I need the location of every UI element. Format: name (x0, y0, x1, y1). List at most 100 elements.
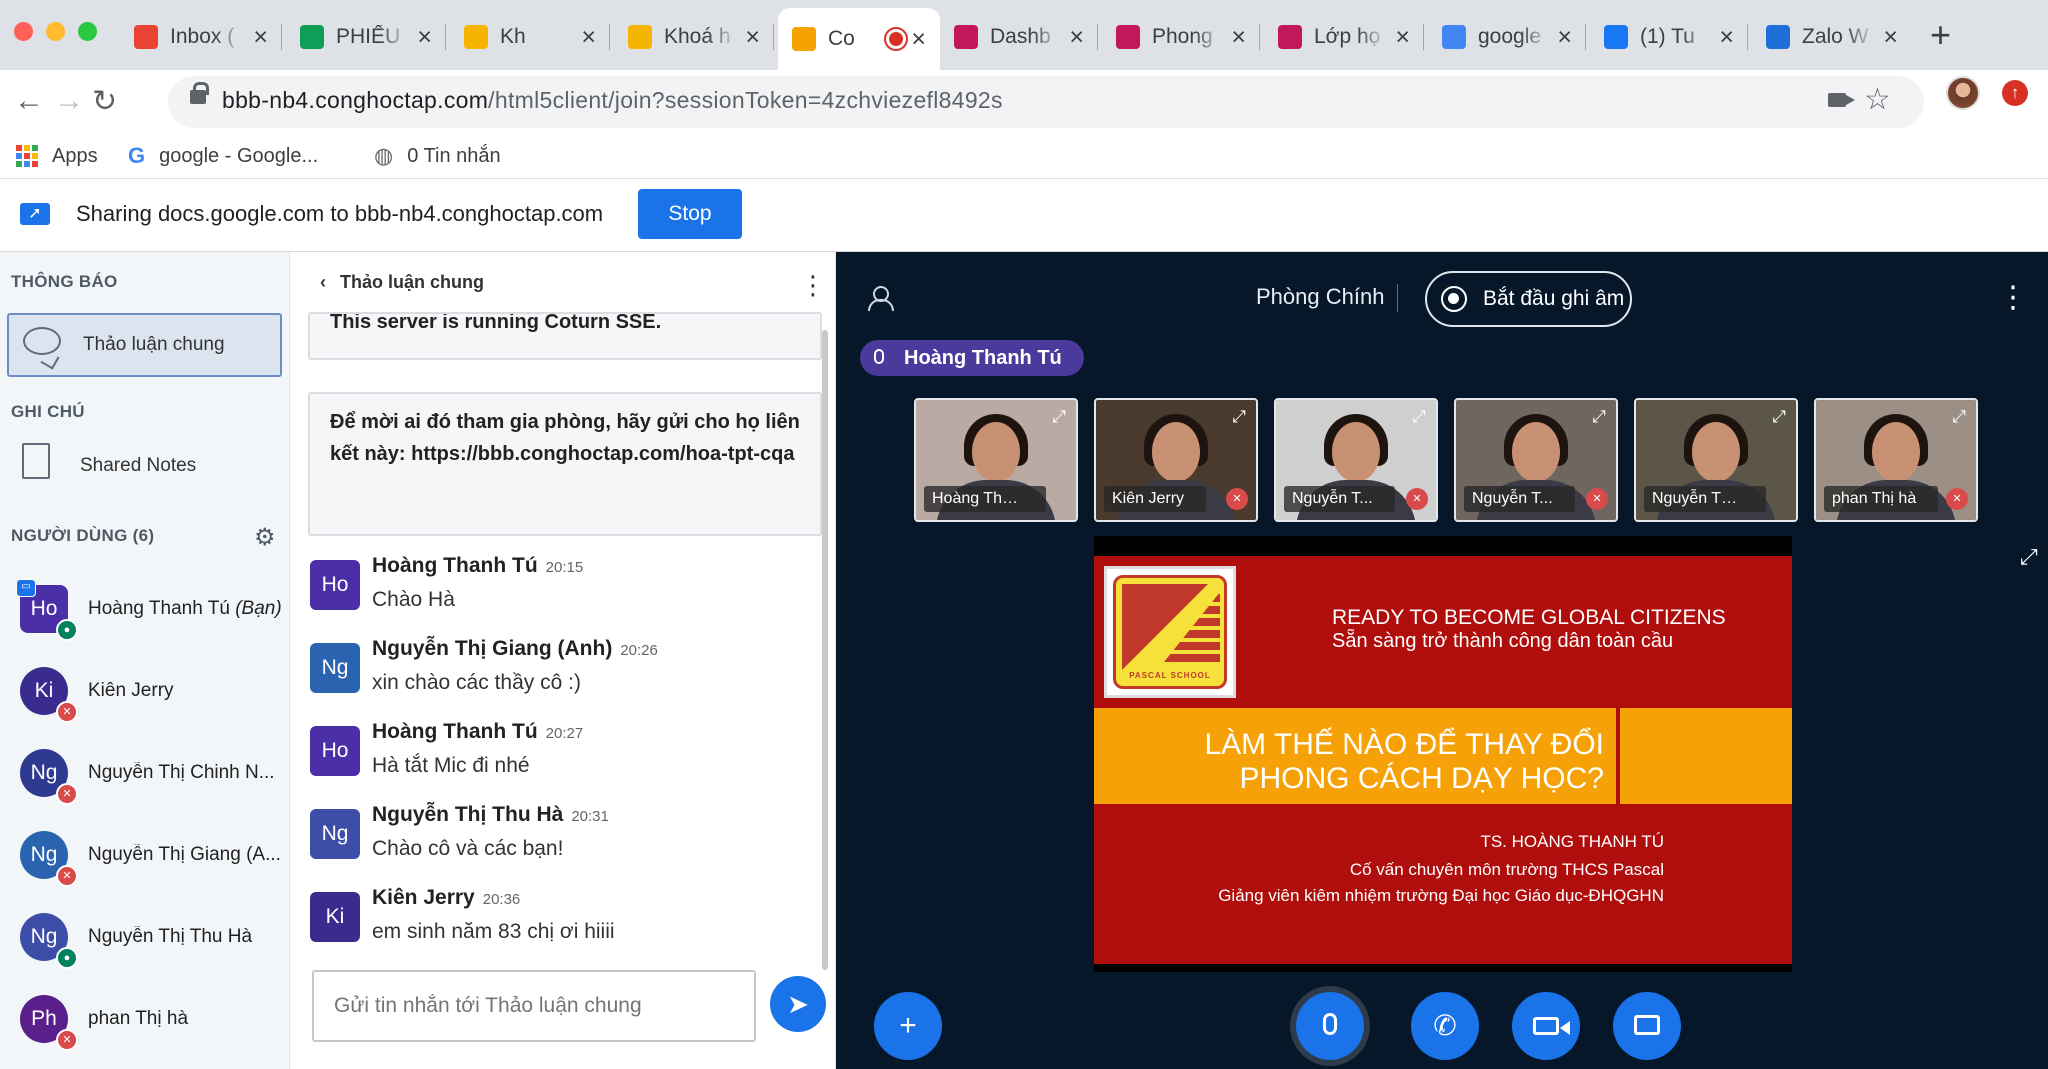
close-tab-icon[interactable]: × (581, 23, 596, 52)
browser-tab-11[interactable]: Zalo W × (1752, 8, 1912, 66)
url-text[interactable]: bbb-nb4.conghoctap.com/html5client/join?… (222, 87, 1003, 114)
chat-header[interactable]: ‹ Thảo luận chung (320, 272, 484, 293)
slide-tagline-en: READY TO BECOME GLOBAL CITIZENS (1332, 606, 1726, 629)
stop-sharing-button[interactable]: Stop (638, 189, 742, 239)
talking-indicator[interactable]: Hoàng Thanh Tú (860, 340, 1084, 376)
close-tab-icon[interactable]: × (1557, 23, 1572, 52)
user-list-item[interactable]: Ng ✕ Nguyễn Thị Chinh N... (0, 738, 290, 812)
browser-tab-3[interactable]: Kh × (450, 8, 610, 66)
webcam-tile[interactable]: ⤢ Hoàng Than... (914, 398, 1078, 522)
forward-icon[interactable]: → (54, 84, 84, 118)
address-bar[interactable]: bbb-nb4.conghoctap.com/html5client/join?… (168, 76, 1924, 128)
close-tab-icon[interactable]: × (1231, 23, 1246, 52)
record-button[interactable]: Bắt đầu ghi âm (1425, 271, 1632, 327)
microphone-icon (1323, 1013, 1337, 1035)
notes-icon (16, 443, 50, 491)
profile-avatar[interactable] (1946, 76, 1980, 110)
close-tab-icon[interactable]: × (253, 23, 268, 52)
webcam-user-label[interactable]: Nguyễn Thị ... (1644, 486, 1766, 512)
browser-tab-10[interactable]: (1) Tu × (1590, 8, 1748, 66)
talking-name: Hoàng Thanh Tú (904, 347, 1062, 369)
webcam-user-label[interactable]: Nguyễn T... (1464, 486, 1575, 512)
message-time: 20:15 (545, 559, 584, 576)
maximize-window-button[interactable] (78, 22, 97, 41)
browser-tab-2[interactable]: PHIẾU × (286, 8, 446, 66)
close-window-button[interactable] (14, 22, 33, 41)
share-webcam-button[interactable] (1512, 992, 1580, 1060)
back-icon[interactable]: ← (14, 84, 44, 118)
mic-muted-icon: ✕ (1406, 488, 1428, 510)
user-list-item[interactable]: Ki ✕ Kiên Jerry (0, 656, 290, 730)
expand-icon[interactable]: ⤢ (1228, 406, 1250, 428)
close-tab-icon[interactable]: × (417, 23, 432, 52)
close-tab-icon[interactable]: × (1069, 23, 1084, 52)
message-text: Hà tắt Mic đi nhé (372, 754, 530, 777)
dashboard-icon (954, 25, 978, 49)
browser-tab-6[interactable]: Dashb × (940, 8, 1098, 66)
options-menu-icon[interactable]: ⋮ (1998, 280, 2028, 315)
expand-icon[interactable]: ⤢ (1948, 406, 1970, 428)
browser-tab-8[interactable]: Lớp họ × (1264, 8, 1424, 66)
webcam-tile[interactable]: ⤢ Nguyễn T... ✕ (1274, 398, 1438, 522)
close-tab-icon[interactable]: × (911, 25, 926, 54)
browser-tab-9[interactable]: google × (1428, 8, 1586, 66)
reload-icon[interactable]: ↻ (92, 84, 117, 119)
fullscreen-icon[interactable]: ⤢ (2020, 544, 2038, 570)
chat-input[interactable] (312, 970, 756, 1042)
send-button[interactable]: ➤ (770, 976, 826, 1032)
lock-icon[interactable] (190, 82, 209, 104)
webcam-user-label[interactable]: Nguyễn T... (1284, 486, 1395, 512)
camera-in-use-icon[interactable] (1828, 93, 1855, 107)
webcam-tile[interactable]: ⤢ phan Thị hà ✕ (1814, 398, 1978, 522)
webcam-tile[interactable]: ⤢ Nguyễn T... ✕ (1454, 398, 1618, 522)
user-list-item[interactable]: Ng ✕ Nguyễn Thị Giang (A... (0, 820, 290, 894)
google-slides-icon (464, 25, 488, 49)
close-tab-icon[interactable]: × (1883, 23, 1898, 52)
user-list-item[interactable]: Ph ✕ phan Thị hà (0, 984, 290, 1058)
chat-scrollbar[interactable] (822, 330, 828, 970)
webcam-tile[interactable]: ⤢ Nguyễn Thị ... (1634, 398, 1798, 522)
message-time: 20:27 (545, 725, 584, 742)
public-chat-item[interactable]: Thảo luận chung (7, 313, 282, 377)
avatar: Ng (310, 643, 360, 693)
bookmark-google[interactable]: G google - Google... (128, 134, 318, 178)
bookmark-messages[interactable]: ◍ 0 Tin nhắn (374, 134, 501, 178)
room-icon (1116, 25, 1140, 49)
chat-options-icon[interactable]: ⋮ (800, 270, 826, 301)
close-tab-icon[interactable]: × (1395, 23, 1410, 52)
bookmark-apps[interactable]: Apps (16, 134, 98, 178)
share-screen-button[interactable] (1613, 992, 1681, 1060)
window-controls (14, 22, 97, 41)
webcam-user-label[interactable]: phan Thị hà (1824, 486, 1939, 512)
close-tab-icon[interactable]: × (1719, 23, 1734, 52)
update-icon[interactable]: ↑ (2002, 80, 2028, 106)
user-list-item[interactable]: Ho ▭ ● Hoàng Thanh Tú (Bạn) (0, 574, 290, 648)
expand-icon[interactable]: ⤢ (1048, 406, 1070, 428)
browser-tab-4[interactable]: Khoá h × (614, 8, 774, 66)
mic-icon (874, 349, 884, 364)
new-tab-button[interactable]: + (1930, 14, 1951, 56)
mute-mic-button[interactable] (1296, 992, 1364, 1060)
leave-audio-button[interactable]: ✆ (1411, 992, 1479, 1060)
shared-notes-item[interactable]: Shared Notes (0, 435, 290, 499)
browser-tab-1[interactable]: Inbox (× (120, 8, 282, 66)
browser-tab-5[interactable]: Co × (778, 8, 940, 70)
message-sender: Nguyễn Thị Giang (Anh) 20:26 (372, 637, 658, 660)
class-room-icon (1278, 25, 1302, 49)
actions-plus-button[interactable]: + (874, 992, 942, 1060)
webcam-tile[interactable]: ⤢ Kiên Jerry ✕ (1094, 398, 1258, 522)
close-tab-icon[interactable]: × (745, 23, 760, 52)
bookmark-star-icon[interactable]: ☆ (1864, 82, 1891, 117)
webcam-user-label[interactable]: Hoàng Than... (924, 486, 1046, 512)
user-list-toggle-icon[interactable] (868, 286, 894, 311)
chevron-left-icon[interactable]: ‹ (320, 272, 326, 292)
expand-icon[interactable]: ⤢ (1768, 406, 1790, 428)
gear-icon[interactable]: ⚙ (254, 523, 276, 552)
user-list-item[interactable]: Ng ● Nguyễn Thị Thu Hà (0, 902, 290, 976)
expand-icon[interactable]: ⤢ (1408, 406, 1430, 428)
webcam-user-label[interactable]: Kiên Jerry (1104, 486, 1207, 512)
browser-tab-7[interactable]: Phong × (1102, 8, 1260, 66)
minimize-window-button[interactable] (46, 22, 65, 41)
expand-icon[interactable]: ⤢ (1588, 406, 1610, 428)
mic-muted-icon: ✕ (1946, 488, 1968, 510)
